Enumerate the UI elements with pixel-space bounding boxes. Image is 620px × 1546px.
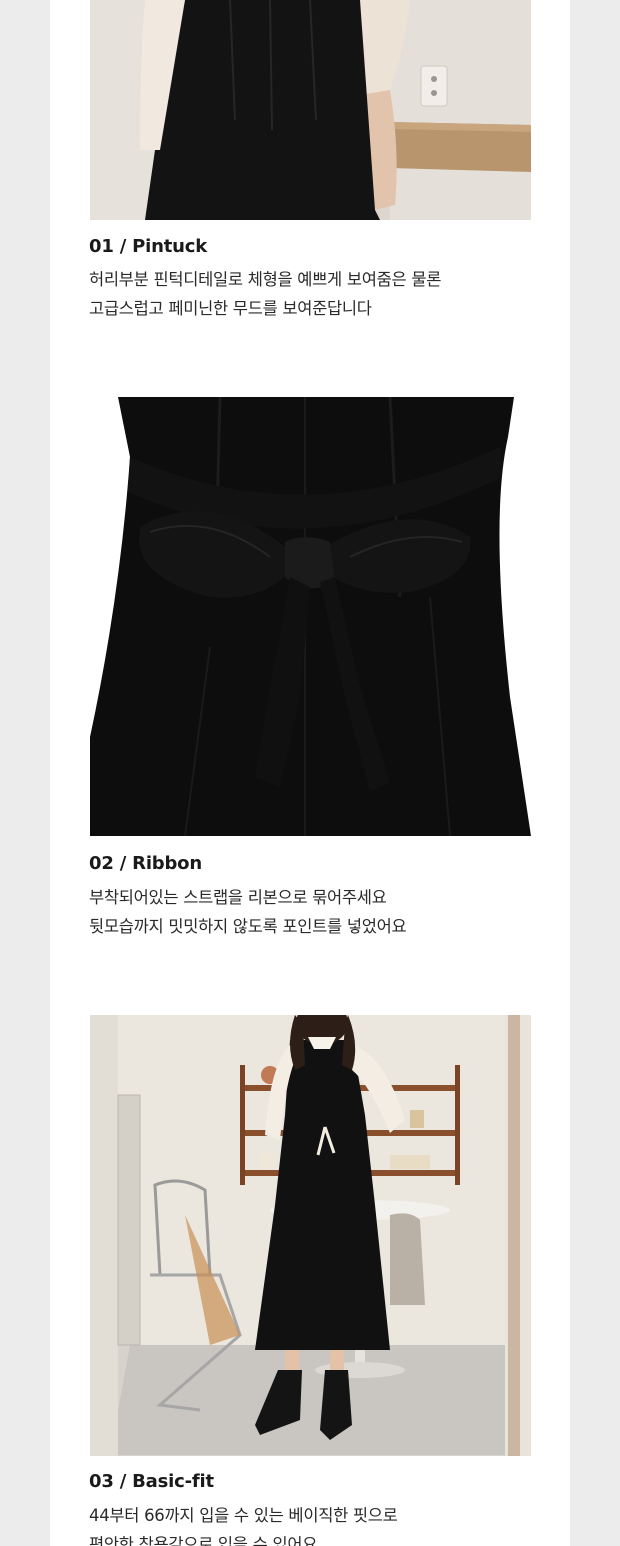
pintuck-description-line-2: 고급스럽고 페미닌한 무드를 보여준답니다 [89,299,372,318]
basic-fit-description-line-1: 44부터 66까지 입을 수 있는 베이직한 핏으로 [89,1506,398,1525]
pintuck-section-title: 01 / Pintuck [89,236,207,257]
basic-fit-section-title: 03 / Basic-fit [89,1471,214,1492]
pintuck-description-line-1: 허리부분 핀턱디테일로 체형을 예쁘게 보여줌은 물론 [89,270,442,289]
ribbon-photo-illustration [90,397,531,836]
detail-content-panel[interactable]: 01 / Pintuck 허리부분 핀턱디테일로 체형을 예쁘게 보여줌은 물론… [50,0,570,1546]
product-detail-page: 01 / Pintuck 허리부분 핀턱디테일로 체형을 예쁘게 보여줌은 물론… [0,0,620,1546]
pintuck-photo-illustration [90,0,531,220]
basic-fit-model-photo [90,1015,531,1456]
left-gutter [0,0,50,1546]
ribbon-description-line-2: 뒷모습까지 밋밋하지 않도록 포인트를 넣었어요 [89,917,407,936]
basic-fit-photo-illustration [90,1015,531,1456]
pintuck-detail-photo [90,0,531,220]
ribbon-section-title: 02 / Ribbon [89,853,202,874]
right-gutter [570,0,620,1546]
ribbon-description-line-1: 부착되어있는 스트랩을 리본으로 묶어주세요 [89,888,387,907]
ribbon-detail-photo [90,397,531,836]
basic-fit-description-line-2: 편안한 착용감으로 입을 수 있어요 [89,1535,318,1546]
